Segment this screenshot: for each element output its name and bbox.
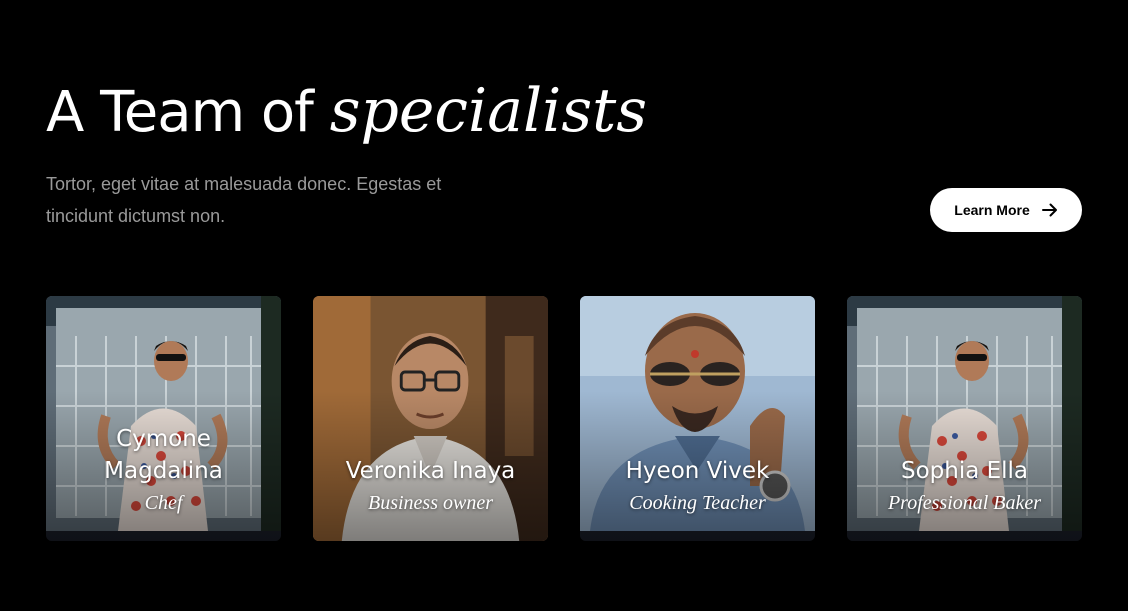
team-card[interactable]: Veronika Inaya Business owner xyxy=(313,296,548,541)
team-card[interactable]: Hyeon Vivek Cooking Teacher xyxy=(580,296,815,541)
team-member-name: Cymone Magdalina xyxy=(104,426,223,484)
card-text: Sophia Ella Professional Baker xyxy=(847,455,1082,517)
page-title: A Team of specialists xyxy=(46,66,647,158)
learn-more-label: Learn More xyxy=(954,202,1030,218)
team-member-name: Hyeon Vivek xyxy=(625,458,770,484)
team-cards: Cymone Magdalina Chef Veronika Inaya Bus… xyxy=(46,296,1082,541)
title-plain: A Team of xyxy=(46,80,314,145)
team-card[interactable]: Sophia Ella Professional Baker xyxy=(847,296,1082,541)
title-italic: specialists xyxy=(329,76,648,146)
card-text: Hyeon Vivek Cooking Teacher xyxy=(580,455,815,517)
learn-more-button[interactable]: Learn More xyxy=(930,188,1082,232)
team-member-name: Veronika Inaya xyxy=(345,458,516,484)
section-subtitle: Tortor, eget vitae at malesuada donec. E… xyxy=(46,174,442,226)
team-member-name: Sophia Ella xyxy=(900,458,1029,484)
card-text: Veronika Inaya Business owner xyxy=(313,455,548,517)
team-member-role: Business owner xyxy=(368,492,493,514)
team-member-role: Professional Baker xyxy=(887,492,1042,514)
team-member-role: Cooking Teacher xyxy=(629,492,766,514)
arrow-right-icon xyxy=(1041,203,1058,217)
team-section: A Team of specialists Tortor, eget vitae… xyxy=(0,0,1128,611)
team-member-role: Chef xyxy=(144,492,183,514)
team-card[interactable]: Cymone Magdalina Chef xyxy=(46,296,281,541)
card-text: Cymone Magdalina Chef xyxy=(46,423,281,517)
